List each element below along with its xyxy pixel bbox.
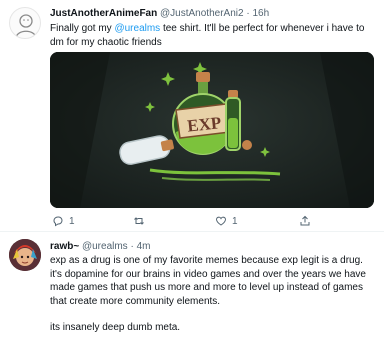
share-button[interactable] — [299, 215, 311, 227]
user-handle[interactable]: @JustAnotherAni2 — [160, 8, 244, 19]
display-name[interactable]: rawb~ — [50, 241, 79, 252]
exp-label: EXP — [186, 113, 222, 135]
like-button[interactable]: 1 — [215, 215, 238, 227]
reply-icon — [53, 216, 63, 227]
character-avatar-icon — [9, 239, 41, 271]
user-handle[interactable]: @urealms — [82, 241, 128, 252]
tweet-actions: 1 1 — [50, 215, 370, 229]
paragraph-2: its insanely deep dumb meta. — [50, 322, 181, 333]
paragraph-1: exp as a drug is one of my favorite meme… — [50, 255, 366, 307]
text-before: Finally got my — [50, 23, 115, 34]
tweet-image[interactable]: EXP — [50, 52, 374, 208]
tweet-header: JustAnotherAnimeFan @JustAnotherAni2 · 1… — [50, 8, 269, 19]
avatar-default[interactable] — [9, 7, 41, 39]
tweet-text: Finally got my @urealms tee shirt. It'll… — [50, 22, 375, 49]
retweet-button[interactable] — [133, 215, 150, 227]
mention-link[interactable]: @urealms — [114, 23, 160, 34]
separator: · — [246, 8, 250, 19]
share-icon — [300, 215, 310, 226]
like-count: 1 — [232, 215, 238, 227]
timestamp[interactable]: 16h — [252, 8, 269, 19]
default-avatar-icon — [15, 14, 37, 38]
retweet-icon — [134, 217, 144, 225]
like-icon — [216, 216, 226, 226]
separator: · — [130, 241, 134, 252]
reply-tweet-card[interactable]: rawb~ @urealms · 4m exp as a drug is one… — [0, 232, 384, 357]
tweet-header: rawb~ @urealms · 4m — [50, 241, 151, 252]
tweet-card[interactable]: JustAnotherAnimeFan @JustAnotherAni2 · 1… — [0, 0, 384, 232]
timestamp[interactable]: 4m — [137, 241, 151, 252]
tweet-text: exp as a drug is one of my favorite meme… — [50, 254, 375, 335]
reply-button[interactable]: 1 — [52, 215, 75, 227]
avatar-rawb[interactable] — [9, 239, 41, 271]
display-name[interactable]: JustAnotherAnimeFan — [50, 8, 157, 19]
reply-count: 1 — [69, 215, 75, 227]
potion-shirt-image: EXP — [50, 52, 374, 208]
